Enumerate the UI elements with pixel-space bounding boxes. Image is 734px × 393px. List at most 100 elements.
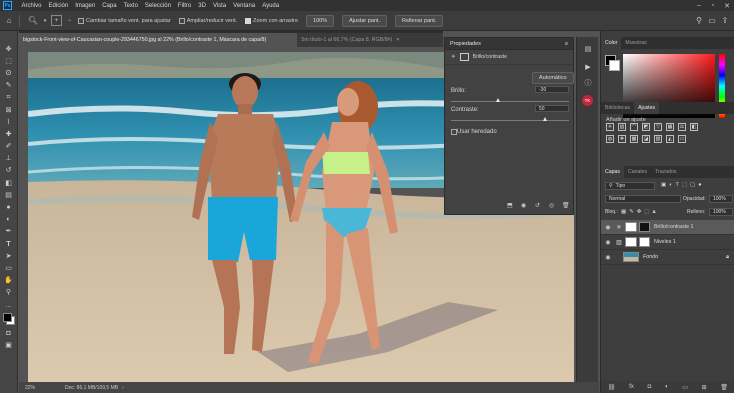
info-panel-icon[interactable]: ⓘ xyxy=(581,77,595,89)
tab-paths[interactable]: Trazados xyxy=(651,166,680,178)
new-adjustment-icon[interactable]: ◐ xyxy=(665,384,669,390)
eye-icon[interactable]: ◉ xyxy=(601,254,615,261)
close-icon[interactable]: ✕ xyxy=(720,0,734,11)
color-balance-icon[interactable]: ⚖ xyxy=(678,123,686,131)
menu-3d[interactable]: 3D xyxy=(195,3,210,9)
crop-tool-icon[interactable]: ⌗ xyxy=(2,92,16,104)
quick-select-tool-icon[interactable]: ✎ xyxy=(2,80,16,92)
mask-icon[interactable] xyxy=(459,53,469,61)
healing-brush-tool-icon[interactable]: ✚ xyxy=(2,128,16,140)
lock-icons[interactable]: ▦✎✥⬚🔒︎ xyxy=(621,209,659,216)
share-icon[interactable]: ⇪ xyxy=(719,15,731,27)
brush-tool-icon[interactable]: ✐ xyxy=(2,141,16,153)
new-group-icon[interactable]: ▭ xyxy=(682,384,688,391)
photoshop-logo[interactable]: Ps xyxy=(3,1,12,10)
tab-libraries[interactable]: Bibliotecas xyxy=(601,102,634,114)
trash-icon[interactable]: 🗑︎ xyxy=(720,384,728,391)
background-color-swatch[interactable] xyxy=(609,60,620,71)
path-selection-tool-icon[interactable]: ➤ xyxy=(2,250,16,262)
layer-row[interactable]: ◉ Fondo 🔒︎ xyxy=(601,250,734,265)
tab-channels[interactable]: Canales xyxy=(624,166,651,178)
contrast-slider[interactable] xyxy=(451,120,569,121)
clip-to-layer-icon[interactable]: ⬒ xyxy=(507,202,513,209)
lock-icon[interactable]: 🔒︎ xyxy=(726,254,729,261)
layer-row[interactable]: ◉ ▥ Niveles 1 xyxy=(601,235,734,250)
zoom-level[interactable]: 22% xyxy=(25,385,65,391)
layer-filter-icons[interactable]: ▣◐T⬚▢● xyxy=(661,182,705,188)
tab-color[interactable]: Color xyxy=(601,37,622,49)
levels-icon[interactable]: ▥ xyxy=(618,123,626,131)
layer-row[interactable]: ◉ ☀ Brillo/contraste 1 xyxy=(601,220,734,235)
lasso-tool-icon[interactable]: ʘ xyxy=(2,67,16,79)
actions-panel-icon[interactable]: ▶ xyxy=(581,61,595,73)
fill-screen-button[interactable]: Rellenar pant. xyxy=(395,14,444,27)
history-panel-icon[interactable]: ▤ xyxy=(581,43,595,55)
gradient-tool-icon[interactable]: ▤ xyxy=(2,189,16,201)
layer-mask-thumbnail[interactable] xyxy=(639,237,650,247)
eye-icon[interactable]: ◉ xyxy=(601,224,615,231)
brightness-slider[interactable] xyxy=(451,101,569,102)
panel-menu-icon[interactable]: ≡ xyxy=(565,41,568,47)
eyedropper-tool-icon[interactable]: ⌇ xyxy=(2,116,16,128)
hue-saturation-icon[interactable]: ▦ xyxy=(666,123,674,131)
posterize-icon[interactable]: ▧ xyxy=(654,135,662,143)
color-swatches-icon[interactable] xyxy=(2,311,16,327)
blur-tool-icon[interactable]: ● xyxy=(2,201,16,213)
home-icon[interactable]: ⌂ xyxy=(3,15,15,27)
blend-mode-select[interactable]: Normal xyxy=(605,195,681,203)
zoom-100-button[interactable]: 100% xyxy=(306,14,335,27)
clone-stamp-tool-icon[interactable]: ⊥ xyxy=(2,153,16,165)
move-tool-icon[interactable]: ✥ xyxy=(2,43,16,55)
workspace-icon[interactable]: ▭ xyxy=(706,15,718,27)
zoom-out-icon[interactable]: − xyxy=(65,16,74,25)
view-previous-icon[interactable]: ◉ xyxy=(521,202,526,209)
contrast-field[interactable]: 50 xyxy=(535,105,569,112)
menu-vista[interactable]: Vista xyxy=(209,3,229,9)
black-white-icon[interactable]: ◧ xyxy=(690,123,698,131)
menu-imagen[interactable]: Imagen xyxy=(72,3,99,9)
menu-archivo[interactable]: Archivo xyxy=(18,3,45,9)
frame-tool-icon[interactable]: ⊠ xyxy=(2,104,16,116)
eraser-tool-icon[interactable]: ◧ xyxy=(2,177,16,189)
history-brush-tool-icon[interactable]: ↺ xyxy=(2,165,16,177)
channel-mixer-icon[interactable]: ❖ xyxy=(618,135,626,143)
tab-active-document[interactable]: bigstock-Front-view-of-Caucasian-couple-… xyxy=(19,33,297,47)
dodge-tool-icon[interactable]: ◐ xyxy=(2,214,16,226)
zoom-tool-icon[interactable]: ⚲ xyxy=(2,287,16,299)
tab-untitled-document[interactable]: Sin título-1 al 66,7% (Capa 8, RGB/8#) × xyxy=(297,33,443,47)
document-size[interactable]: Doc: 86,1 MB/109,5 MB xyxy=(65,385,118,391)
more-tools-icon[interactable]: … xyxy=(2,299,16,311)
hand-tool-icon[interactable]: ✋ xyxy=(2,275,16,287)
brightness-field[interactable]: -30 xyxy=(535,86,569,93)
resize-windows-checkbox[interactable] xyxy=(78,17,84,24)
search-icon[interactable]: ⚲ xyxy=(693,15,705,27)
add-mask-icon[interactable]: ◘ xyxy=(648,384,652,390)
photo-filter-icon[interactable]: ◍ xyxy=(606,135,614,143)
plugin-badge-icon[interactable]: TK xyxy=(582,95,593,106)
eye-icon[interactable]: ◉ xyxy=(601,239,615,246)
gradient-map-icon[interactable]: ▭ xyxy=(678,135,686,143)
auto-button[interactable]: Automático xyxy=(532,72,574,84)
menu-filtro[interactable]: Filtro xyxy=(174,3,194,9)
brightness-icon[interactable]: ☀ xyxy=(606,123,614,131)
link-layers-icon[interactable]: ⛓ xyxy=(608,384,616,391)
tab-layers[interactable]: Capas xyxy=(601,166,624,178)
menu-seleccion[interactable]: Selección xyxy=(141,3,174,9)
vibrance-icon[interactable]: ▽ xyxy=(654,123,662,131)
contrast-slider-thumb[interactable] xyxy=(542,117,547,121)
invert-icon[interactable]: ◪ xyxy=(642,135,650,143)
shape-tool-icon[interactable]: ▭ xyxy=(2,262,16,274)
opacity-field[interactable]: 100% xyxy=(709,195,733,203)
pen-tool-icon[interactable]: ✒ xyxy=(2,226,16,238)
menu-edicion[interactable]: Edición xyxy=(45,3,72,9)
menu-capa[interactable]: Capa xyxy=(99,3,120,9)
chevron-down-icon[interactable]: ▾ xyxy=(42,15,48,27)
color-lookup-icon[interactable]: ▩ xyxy=(630,135,638,143)
close-icon[interactable]: × xyxy=(396,37,399,43)
marquee-tool-icon[interactable]: ⬚ xyxy=(2,55,16,67)
maximize-icon[interactable]: ▫ xyxy=(706,0,720,11)
scrubby-zoom-checkbox[interactable] xyxy=(245,17,252,24)
zoom-all-windows-checkbox[interactable] xyxy=(178,17,185,24)
new-layer-icon[interactable]: ⊞ xyxy=(702,384,707,391)
visibility-icon[interactable]: ◎ xyxy=(549,202,554,209)
